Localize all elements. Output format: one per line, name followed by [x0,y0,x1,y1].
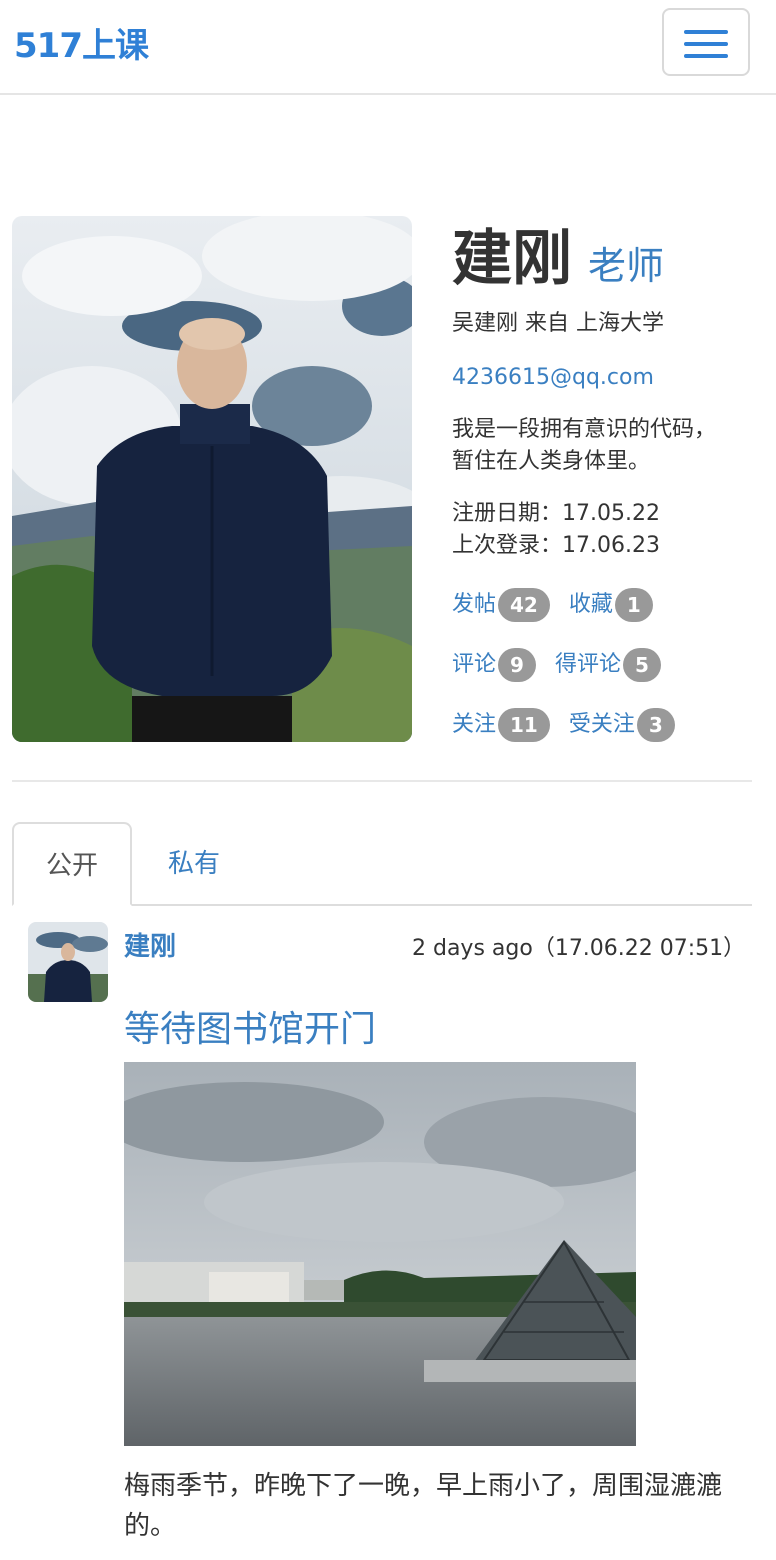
navbar: 517上课 [0,0,776,95]
stat-label: 关注 [452,712,497,737]
count-badge: 42 [498,588,550,622]
stat-label: 评论 [452,652,497,677]
count-badge: 3 [636,708,675,742]
stat-followers[interactable]: 受关注 3 [569,706,675,742]
profile-last-login: 上次登录：17.06.23 [452,533,660,558]
stat-received-comments[interactable]: 得评论 5 [555,646,661,682]
profile-fullname: 吴建刚 来自 上海大学 [452,311,664,336]
stat-label: 受关注 [568,712,635,737]
stat-posts[interactable]: 发帖 42 [452,586,550,622]
count-badge: 1 [614,588,653,622]
stats-row-1: 发帖 42 收藏 1 [452,586,665,622]
brand-logo[interactable]: 517上课 [14,18,149,67]
profile-name: 建刚 [452,224,572,294]
section-divider [12,780,752,782]
profile-bio-line1: 我是一段拥有意识的代码， [452,417,717,442]
stat-favorites[interactable]: 收藏 1 [569,586,653,622]
post-timestamp: 2 days ago（17.06.22 07:51） [412,936,746,961]
post-title[interactable]: 等待图书馆开门 [124,1000,376,1052]
tab-private[interactable]: 私有 [144,822,244,906]
stat-following[interactable]: 关注 11 [452,706,550,742]
count-badge: 5 [622,648,661,682]
profile-email[interactable]: 4236615@qq.com [452,362,654,394]
stat-label: 得评论 [554,652,621,677]
post-author-name[interactable]: 建刚 [124,926,176,963]
profile-avatar [12,216,412,742]
post-author-avatar[interactable] [28,922,108,1002]
hamburger-icon [684,42,728,46]
stat-label: 发帖 [452,592,497,617]
tab-bar: 公开 私有 [12,822,752,906]
stats-row-2: 评论 9 得评论 5 [452,646,673,682]
profile-role: 老师 [588,244,665,288]
profile-registered: 注册日期：17.05.22 [452,501,660,526]
stat-label: 收藏 [568,592,613,617]
count-badge: 11 [498,708,550,742]
stat-comments[interactable]: 评论 9 [452,646,536,682]
stats-row-3: 关注 11 受关注 3 [452,706,687,742]
hamburger-icon [684,30,728,34]
post-body: 梅雨季节，昨晚下了一晚，早上雨小了，周围湿漉漉的。 [124,1471,723,1541]
hamburger-icon [684,54,728,58]
profile-bio-line2: 暂住在人类身体里。 [452,449,651,474]
post-photo[interactable] [124,1062,636,1446]
tab-public[interactable]: 公开 [12,822,132,906]
menu-toggle-button[interactable] [662,8,750,76]
profile-name-row: 建刚 老师 [452,210,664,297]
count-badge: 9 [498,648,536,682]
